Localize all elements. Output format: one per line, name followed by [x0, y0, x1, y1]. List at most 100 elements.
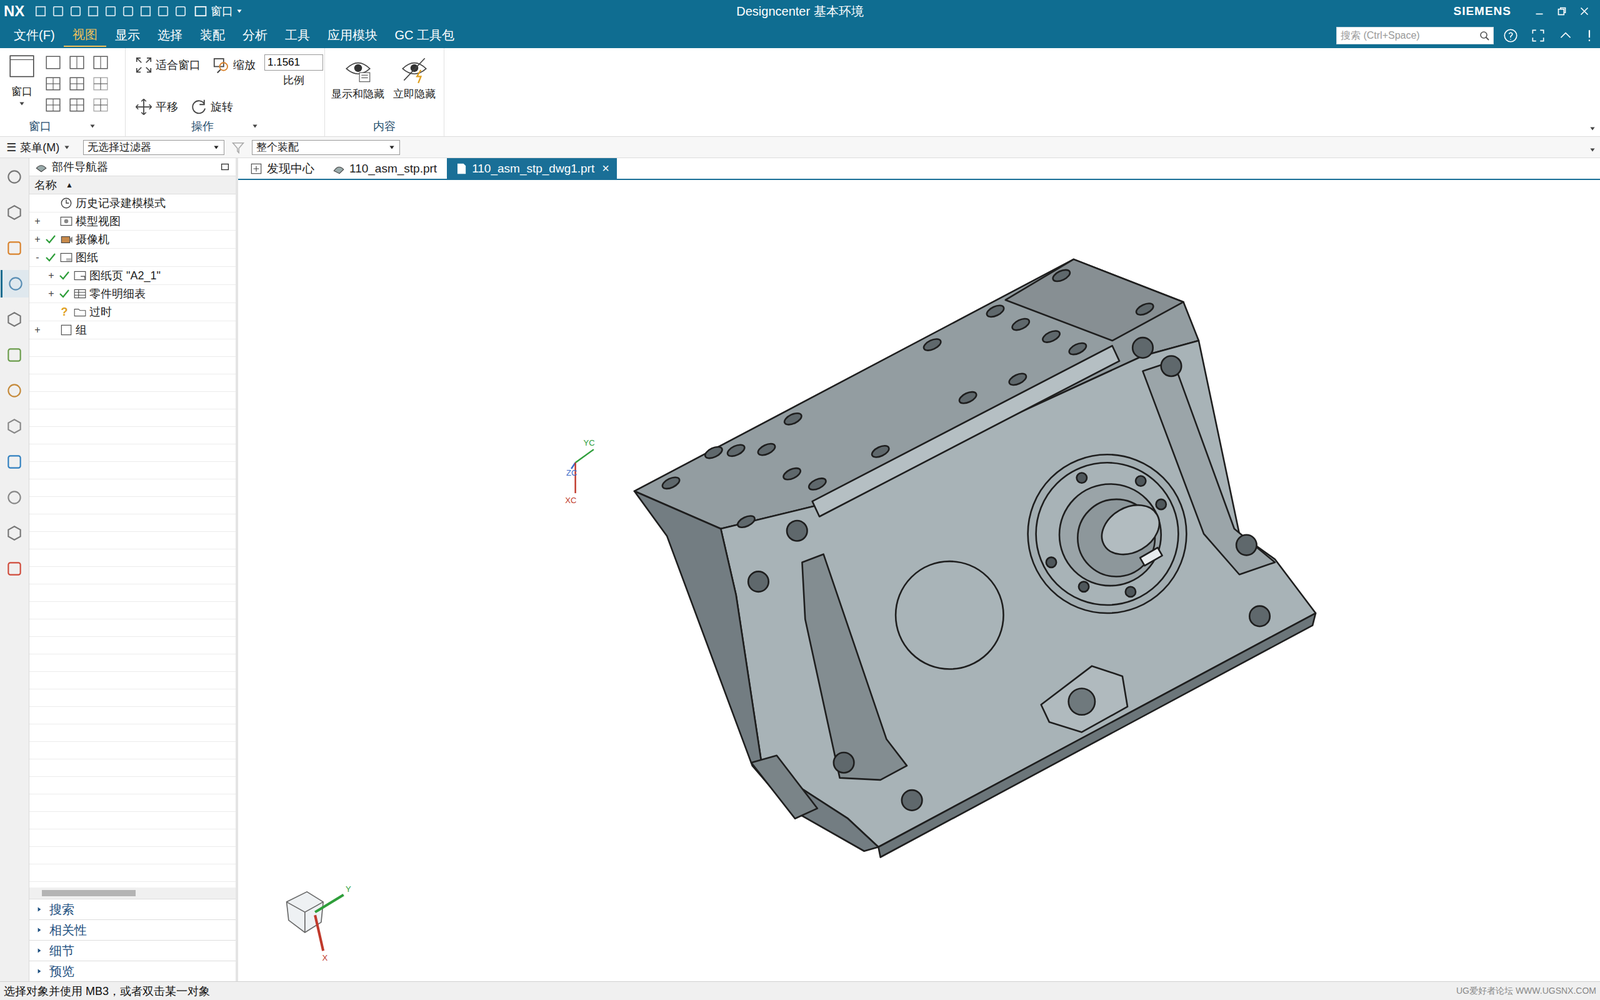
horizontal-scrollbar[interactable]	[29, 887, 236, 899]
scale-input[interactable]	[264, 54, 324, 71]
scrollbar-thumb[interactable]	[41, 890, 136, 897]
expander[interactable]: +	[46, 288, 56, 300]
document-tab[interactable]: 110_asm_stp_dwg1.prt ×	[446, 158, 617, 179]
expander[interactable]: +	[33, 324, 42, 336]
layout-icon[interactable]	[92, 75, 109, 92]
menu-item[interactable]: 应用模块	[318, 24, 387, 47]
menu-item[interactable]: 工具	[276, 24, 319, 47]
resource-bar-button[interactable]	[1, 555, 28, 583]
collapse-ribbon-icon[interactable]	[1557, 27, 1574, 44]
resource-icon	[5, 345, 24, 365]
layout-icon[interactable]	[68, 75, 85, 92]
menu-item[interactable]: GC 工具包	[386, 24, 464, 47]
tab-close[interactable]: ×	[601, 161, 610, 176]
quick-access-icon[interactable]	[50, 3, 66, 19]
scope-dropdown[interactable]: 整个装配	[251, 140, 400, 155]
filter-icon[interactable]	[230, 140, 246, 155]
assembly-model[interactable]: YCZCXCYX	[238, 180, 1600, 982]
check-icon[interactable]	[44, 233, 57, 246]
resource-bar-button[interactable]	[1, 519, 28, 547]
camera-icon	[59, 232, 74, 247]
column-header[interactable]: 名称▲	[29, 175, 236, 195]
expander[interactable]: +	[33, 233, 42, 245]
menu-item[interactable]: 选择	[148, 24, 192, 47]
window-menu[interactable]: 窗口	[193, 3, 244, 19]
resource-bar-button[interactable]	[1, 341, 28, 369]
layout-icon[interactable]	[45, 75, 62, 92]
resource-bar-button[interactable]	[1, 376, 28, 405]
check-icon[interactable]	[58, 287, 71, 300]
navigator-section[interactable]: 相关性	[29, 919, 236, 940]
tree-row[interactable]: + 零件明细表	[29, 285, 236, 304]
resource-bar-button[interactable]	[1, 234, 28, 262]
search-input[interactable]	[1336, 30, 1479, 42]
help-icon[interactable]	[1502, 27, 1519, 44]
menu-item[interactable]: 显示	[106, 24, 149, 47]
group-arrow-icon[interactable]	[251, 122, 259, 130]
check-icon[interactable]	[44, 251, 57, 264]
layout-icon[interactable]	[45, 54, 62, 71]
layout-icon[interactable]	[45, 96, 62, 114]
content-button[interactable]: 显示和隐藏	[331, 54, 385, 102]
tree-row[interactable]: + 组	[29, 321, 236, 340]
expander[interactable]: +	[33, 215, 42, 227]
rotate-button[interactable]: 旋转	[186, 96, 236, 118]
resource-bar-button[interactable]	[1, 198, 28, 227]
quick-access-icon[interactable]	[103, 3, 119, 19]
search-field[interactable]	[1336, 26, 1494, 45]
menu-item[interactable]: 装配	[191, 24, 234, 47]
menu-item[interactable]: 分析	[233, 24, 277, 47]
tree-row[interactable]: - 图纸	[29, 248, 236, 267]
navigator-section[interactable]: 预览	[29, 960, 236, 982]
layout-icon[interactable]	[92, 54, 109, 71]
layout-icon[interactable]	[68, 96, 85, 114]
fullscreen-icon[interactable]	[1530, 27, 1547, 44]
expander[interactable]: -	[33, 251, 42, 264]
resource-bar-button[interactable]	[1, 412, 28, 440]
quick-access-icon[interactable]	[68, 3, 84, 19]
group-arrow-icon[interactable]	[88, 122, 97, 130]
graphics-window[interactable]: YCZCXCYX	[238, 180, 1600, 982]
close-icon[interactable]	[1577, 4, 1592, 19]
tree-row[interactable]: ? 过时	[29, 303, 236, 322]
minimize-icon[interactable]	[1532, 4, 1547, 19]
document-tab[interactable]: 发现中心	[241, 158, 322, 179]
menu-button[interactable]: ☰菜单(M)	[6, 140, 71, 155]
menu-item[interactable]: 视图	[63, 23, 107, 47]
ribbon-options-icon[interactable]	[1588, 125, 1597, 133]
resource-bar-button[interactable]	[0, 270, 29, 298]
restore-icon[interactable]	[1555, 4, 1569, 19]
quick-access-icon[interactable]	[85, 3, 101, 19]
layout-icon[interactable]	[92, 96, 109, 114]
toolbar-options-icon[interactable]	[1588, 146, 1597, 154]
dropdown-arrow-icon	[18, 100, 26, 108]
resource-bar-button[interactable]	[1, 163, 28, 191]
resource-bar-button[interactable]	[1, 305, 28, 334]
expander[interactable]: +	[46, 270, 56, 282]
navigator-section[interactable]: 细节	[29, 940, 236, 961]
zoom-button[interactable]: 缩放	[209, 54, 259, 76]
tree-row[interactable]: + 图纸页 "A2_1"	[29, 266, 236, 285]
quick-access-icon[interactable]	[138, 3, 154, 19]
content-button[interactable]: 立即隐藏	[393, 54, 436, 102]
document-tab[interactable]: 110_asm_stp.prt	[324, 158, 445, 179]
maximize-icon[interactable]	[219, 161, 231, 173]
navigator-section[interactable]: 搜索	[29, 898, 236, 920]
window-button[interactable]: 窗口	[6, 51, 38, 108]
quick-access-icon[interactable]	[173, 3, 189, 19]
filter-dropdown[interactable]: 无选择过滤器	[83, 140, 225, 155]
quick-access-icon[interactable]	[155, 3, 171, 19]
tree-row[interactable]: + 模型视图	[29, 212, 236, 231]
tree-row[interactable]: 历史记录建模模式	[29, 194, 236, 213]
resource-bar-button[interactable]	[1, 483, 28, 512]
fit-window-button[interactable]: 适合窗口	[131, 54, 204, 76]
resource-bar-button[interactable]	[1, 448, 28, 476]
quick-access-icon[interactable]	[33, 3, 49, 19]
layout-icon[interactable]	[68, 54, 85, 71]
menu-item[interactable]: 文件(F)	[5, 24, 64, 47]
pan-button[interactable]: 平移	[131, 96, 181, 118]
check-icon[interactable]	[58, 269, 71, 282]
alert-icon[interactable]	[1585, 27, 1594, 44]
quick-access-icon[interactable]	[120, 3, 136, 19]
tree-row[interactable]: + 摄像机	[29, 230, 236, 249]
